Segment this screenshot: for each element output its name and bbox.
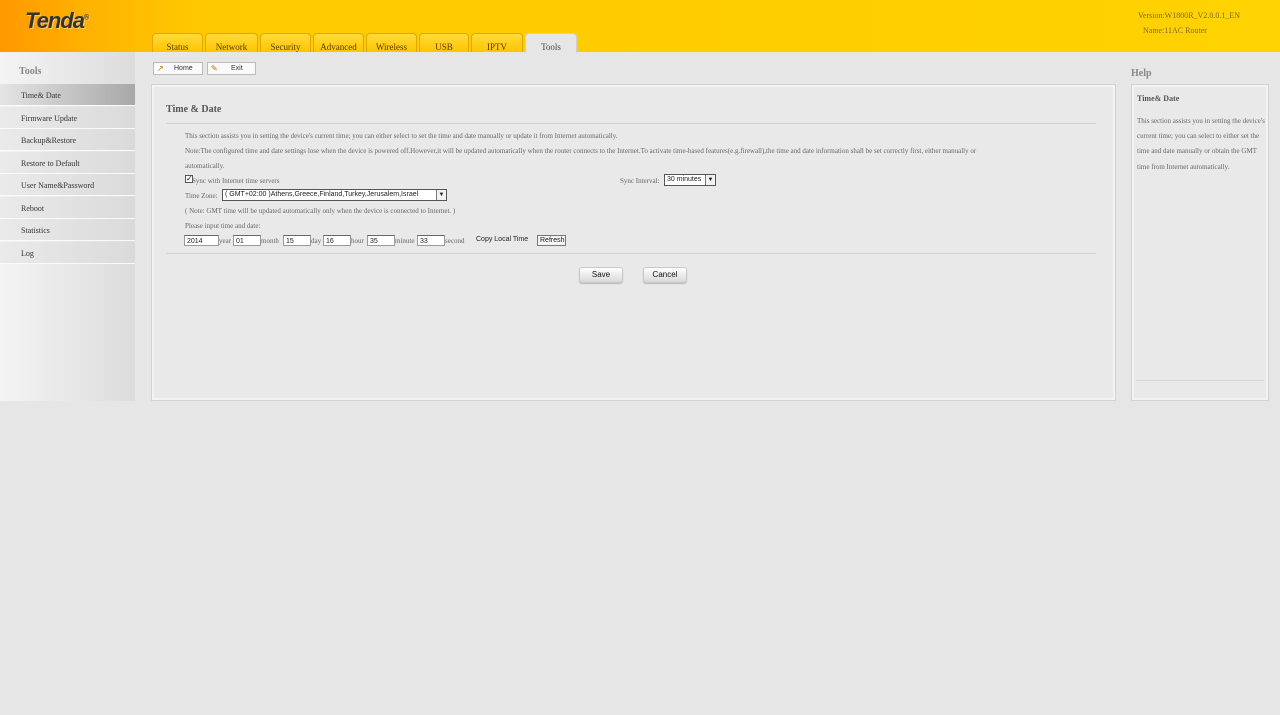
sync-interval-label: Sync Interval: bbox=[620, 177, 660, 185]
home-icon: ↗ bbox=[157, 64, 164, 73]
chevron-down-icon: ▼ bbox=[436, 190, 446, 200]
second-unit: second bbox=[445, 237, 465, 245]
tab-usb[interactable]: USB bbox=[419, 33, 469, 52]
main-nav-tabs: Status Network Security Advanced Wireles… bbox=[152, 33, 577, 53]
tab-wireless[interactable]: Wireless bbox=[366, 33, 417, 52]
help-text: This section assists you in setting the … bbox=[1137, 117, 1265, 171]
chevron-down-icon: ▼ bbox=[705, 175, 715, 185]
input-prompt: Please input time and date: bbox=[185, 222, 261, 230]
time-date-panel: Time & Date This section assists you in … bbox=[151, 84, 1116, 401]
sidebar-menu: Time& Date Firmware Update Backup&Restor… bbox=[0, 84, 135, 264]
minute-input[interactable] bbox=[367, 235, 395, 246]
sync-label: Sync with Internet time servers bbox=[192, 177, 280, 185]
exit-icon: ✎ bbox=[211, 64, 218, 73]
tab-iptv[interactable]: IPTV bbox=[471, 33, 523, 52]
month-unit: month bbox=[261, 237, 279, 245]
sidebar-item-backup-restore[interactable]: Backup&Restore bbox=[0, 129, 135, 151]
hour-input[interactable] bbox=[323, 235, 351, 246]
note-text-line2: automatically. bbox=[185, 162, 225, 170]
help-title: Help bbox=[1131, 68, 1152, 79]
header-bar: Tenda® Version:W1800R_V2.0.0.1_EN Name:1… bbox=[0, 0, 1280, 53]
sidebar: Tools Time& Date Firmware Update Backup&… bbox=[0, 52, 135, 401]
firmware-version: Version:W1800R_V2.0.0.1_EN bbox=[1138, 11, 1240, 20]
gmt-note: ( Note: GMT time will be updated automat… bbox=[185, 207, 456, 215]
tenda-logo: Tenda® bbox=[25, 8, 89, 33]
hour-unit: hour bbox=[351, 237, 364, 245]
tab-network[interactable]: Network bbox=[205, 33, 258, 52]
home-button[interactable]: ↗ Home bbox=[153, 62, 203, 75]
timezone-select[interactable]: ( GMT+02:00 )Athens,Greece,Finland,Turke… bbox=[222, 189, 447, 201]
help-scroll-area bbox=[1136, 355, 1264, 381]
sidebar-item-reboot[interactable]: Reboot bbox=[0, 196, 135, 219]
cancel-button[interactable]: Cancel bbox=[643, 267, 687, 283]
day-input[interactable] bbox=[283, 235, 311, 246]
year-unit: year bbox=[219, 237, 232, 245]
year-input[interactable] bbox=[184, 235, 219, 246]
sidebar-title: Tools bbox=[19, 66, 42, 77]
tab-tools[interactable]: Tools bbox=[525, 33, 577, 53]
sync-interval-select[interactable]: 30 minutes ▼ bbox=[664, 174, 716, 186]
minute-unit: minute bbox=[395, 237, 415, 245]
sidebar-item-log[interactable]: Log bbox=[0, 241, 135, 264]
sidebar-item-statistics[interactable]: Statistics bbox=[0, 219, 135, 241]
page-title: Time & Date bbox=[166, 104, 222, 115]
tab-security[interactable]: Security bbox=[260, 33, 311, 52]
intro-text: This section assists you in setting the … bbox=[185, 132, 618, 140]
sidebar-item-restore-default[interactable]: Restore to Default bbox=[0, 151, 135, 174]
sidebar-item-username-password[interactable]: User Name&Password bbox=[0, 174, 135, 196]
note-text-line1: Note:The configured time and date settin… bbox=[185, 147, 977, 155]
refresh-button[interactable]: Refresh bbox=[537, 235, 566, 246]
device-name: Name:11AC Router bbox=[1143, 26, 1207, 35]
divider bbox=[166, 123, 1096, 124]
second-input[interactable] bbox=[417, 235, 445, 246]
divider bbox=[166, 253, 1096, 254]
help-subtitle: Time& Date bbox=[1137, 94, 1180, 103]
exit-button[interactable]: ✎ Exit bbox=[207, 62, 256, 75]
day-unit: day bbox=[311, 237, 322, 245]
tab-advanced[interactable]: Advanced bbox=[313, 33, 364, 52]
month-input[interactable] bbox=[233, 235, 261, 246]
copy-local-time-button[interactable]: Copy Local Time bbox=[474, 235, 535, 246]
sidebar-item-firmware-update[interactable]: Firmware Update bbox=[0, 106, 135, 129]
help-panel: Time& Date This section assists you in s… bbox=[1131, 84, 1269, 401]
tab-status[interactable]: Status bbox=[152, 33, 203, 52]
save-button[interactable]: Save bbox=[579, 267, 623, 283]
sidebar-item-time-date[interactable]: Time& Date bbox=[0, 84, 135, 106]
timezone-label: Time Zone: bbox=[185, 192, 218, 200]
